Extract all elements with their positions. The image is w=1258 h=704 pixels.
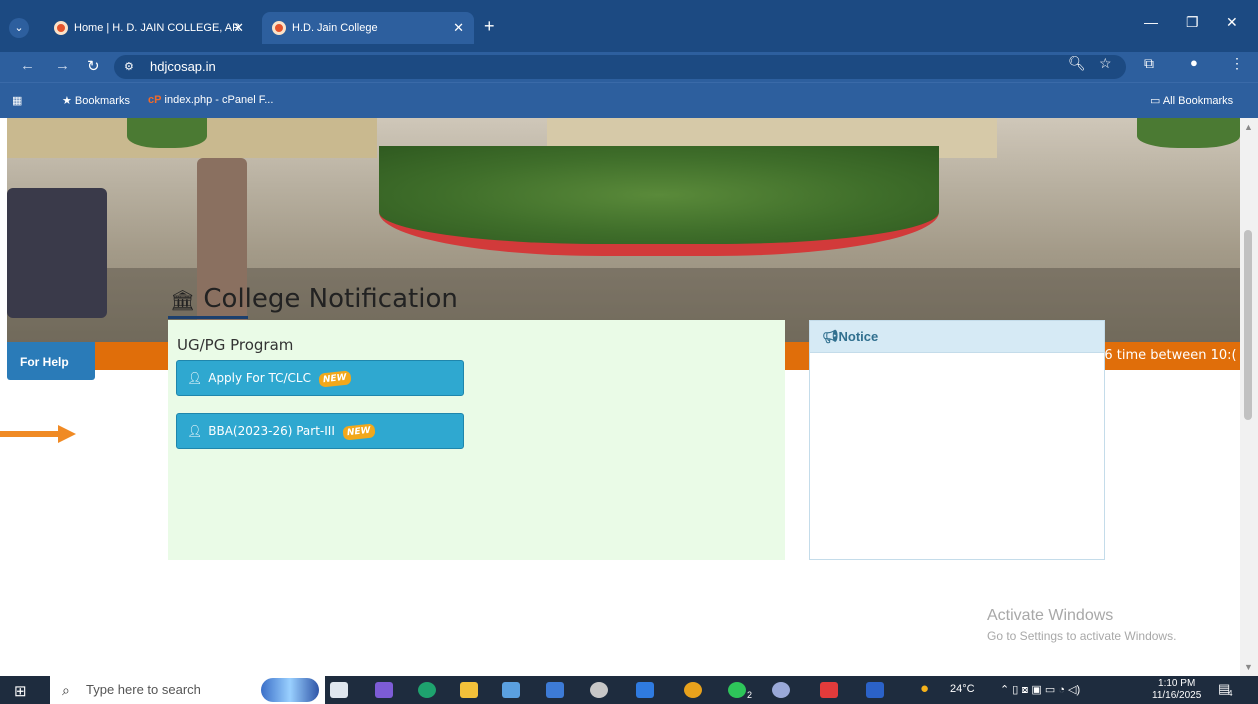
back-icon[interactable]: ← (20, 57, 35, 74)
bba-part-iii-button[interactable]: 👤︎ BBA(2023-26) Part-III NEW (176, 413, 464, 449)
college-favicon-icon (272, 21, 286, 35)
site-info-icon[interactable]: ⚙ (124, 55, 134, 79)
address-bar[interactable]: ⚙ hdjcosap.in (114, 55, 1126, 79)
new-badge: NEW (342, 422, 376, 441)
forward-icon[interactable]: → (55, 57, 70, 74)
copilot-icon[interactable] (375, 682, 393, 698)
orange-arrow-annotation (0, 425, 76, 443)
all-bookmarks[interactable]: ▭ All Bookmarks (1150, 94, 1233, 107)
apps-icon[interactable]: ▦ (12, 94, 22, 107)
notification-count: 4 (1228, 689, 1233, 698)
close-icon[interactable]: ✕ (453, 12, 464, 44)
notice-header: 📢︎Notice (810, 321, 1104, 353)
scroll-down-icon[interactable]: ▼ (1244, 662, 1253, 672)
megaphone-icon: 📢︎ (822, 329, 839, 344)
bookmark-label: Bookmarks (74, 95, 130, 107)
minimize-icon[interactable]: — (1144, 14, 1158, 30)
tab-title: H.D. Jain College (292, 22, 378, 34)
browser-toolbar: ← → ↻ ⚙ hdjcosap.in 🔍︎ ☆ ⧉ ● ⋮ (0, 52, 1258, 82)
tab-search-dropdown[interactable]: ⌄ (9, 18, 29, 38)
url-text: hdjcosap.in (150, 59, 216, 74)
windows-taskbar: ⊞ ⌕ Type here to search 2 ● 24°C ⌃ ▯ ⧇ ▣… (0, 676, 1258, 704)
whatsapp-badge: 2 (747, 690, 753, 700)
activate-windows-subtitle: Go to Settings to activate Windows. (987, 629, 1177, 643)
title-underline (168, 316, 248, 319)
weather-icon[interactable]: ● (920, 680, 929, 697)
word-icon[interactable] (866, 682, 884, 698)
institution-icon: 🏛︎ (170, 288, 196, 312)
reload-icon[interactable]: ↻ (87, 57, 100, 75)
system-tray-icons[interactable]: ⌃ ▯ ⧇ ▣ ▭ ◔ ◁) (1000, 683, 1080, 697)
outlook-icon[interactable] (546, 682, 564, 698)
search-placeholder: Type here to search (86, 682, 201, 697)
clock-time: 1:10 PM (1158, 678, 1196, 689)
scroll-up-icon[interactable]: ▲ (1244, 122, 1253, 132)
clock[interactable]: 1:10 PM 11/16/2025 (1152, 678, 1201, 702)
search-icon: ⌕ (62, 682, 70, 698)
user-icon: 👤︎ (187, 371, 203, 385)
motorbike (7, 188, 107, 318)
menu-icon[interactable]: ⋮ (1230, 55, 1244, 72)
person (197, 158, 247, 342)
search-highlight-image (261, 678, 319, 702)
whatsapp-icon[interactable] (728, 682, 746, 698)
anydesk-icon[interactable] (820, 682, 838, 698)
restore-icon[interactable]: ❐ (1186, 14, 1199, 31)
bookmarks-bar: ▦ ★ Bookmarks cP index.php - cPanel F...… (0, 82, 1258, 118)
task-view-icon[interactable] (330, 682, 348, 698)
clock-date: 11/16/2025 (1152, 690, 1202, 701)
cpanel-icon: cP (148, 94, 162, 106)
paint-icon[interactable] (772, 682, 790, 698)
page-content: For any Query, please call us on 9801446… (0, 118, 1240, 676)
bookmark-star-icon[interactable]: ☆ (1099, 55, 1112, 72)
garden-island (379, 146, 939, 256)
for-help-button[interactable]: For Help (7, 342, 95, 380)
app-icon[interactable] (636, 682, 654, 698)
tab-hd-jain[interactable]: H.D. Jain College ✕ (262, 12, 474, 44)
chrome-icon[interactable] (684, 682, 702, 698)
button-label: BBA(2023-26) Part-III (208, 424, 335, 438)
program-label: UG/PG Program (177, 336, 294, 354)
tab-strip: ⌄ Home | H. D. JAIN COLLEGE, AR ✕ H.D. J… (0, 0, 1258, 52)
settings-icon[interactable] (590, 682, 608, 698)
tab-home[interactable]: Home | H. D. JAIN COLLEGE, AR ✕ (44, 12, 254, 44)
window-close-icon[interactable]: ✕ (1226, 14, 1238, 31)
windows-start-icon[interactable]: ⊞ (14, 682, 27, 700)
section-title: 🏛︎ College Notification (170, 284, 458, 314)
close-icon[interactable]: ✕ (233, 12, 244, 44)
store-icon[interactable] (502, 682, 520, 698)
button-label: Apply For TC/CLC (208, 371, 311, 385)
taskbar-search[interactable]: ⌕ Type here to search (50, 676, 325, 704)
all-bookmarks-label: All Bookmarks (1162, 95, 1234, 107)
profile-avatar[interactable]: ● (1190, 55, 1198, 70)
tab-title: Home | H. D. JAIN COLLEGE, AR (74, 22, 241, 34)
weather-temp[interactable]: 24°C (950, 683, 975, 695)
college-favicon-icon (54, 21, 68, 35)
activate-windows-title: Activate Windows (987, 607, 1114, 624)
file-explorer-icon[interactable] (460, 682, 478, 698)
trees (127, 118, 207, 148)
section-title-text: College Notification (203, 284, 458, 314)
apply-tc-clc-button[interactable]: 👤︎ Apply For TC/CLC NEW (176, 360, 464, 396)
zoom-icon[interactable]: 🔍︎ (1068, 55, 1086, 72)
new-badge: NEW (318, 369, 352, 388)
scroll-thumb[interactable] (1244, 230, 1252, 420)
user-icon: 👤︎ (187, 424, 203, 438)
bookmark-label: index.php - cPanel F... (164, 94, 274, 106)
edge-icon[interactable] (418, 682, 436, 698)
extensions-icon[interactable]: ⧉ (1144, 55, 1154, 72)
page-scrollbar[interactable]: ▲ ▼ (1240, 118, 1258, 676)
new-tab-button[interactable]: + (484, 16, 495, 37)
notice-panel: 📢︎Notice (809, 320, 1105, 560)
bookmarks-folder[interactable]: ★ Bookmarks (62, 94, 130, 107)
bookmark-cpanel[interactable]: cP index.php - cPanel F... (148, 94, 273, 106)
trees (1137, 118, 1240, 148)
notice-title: Notice (838, 329, 879, 344)
